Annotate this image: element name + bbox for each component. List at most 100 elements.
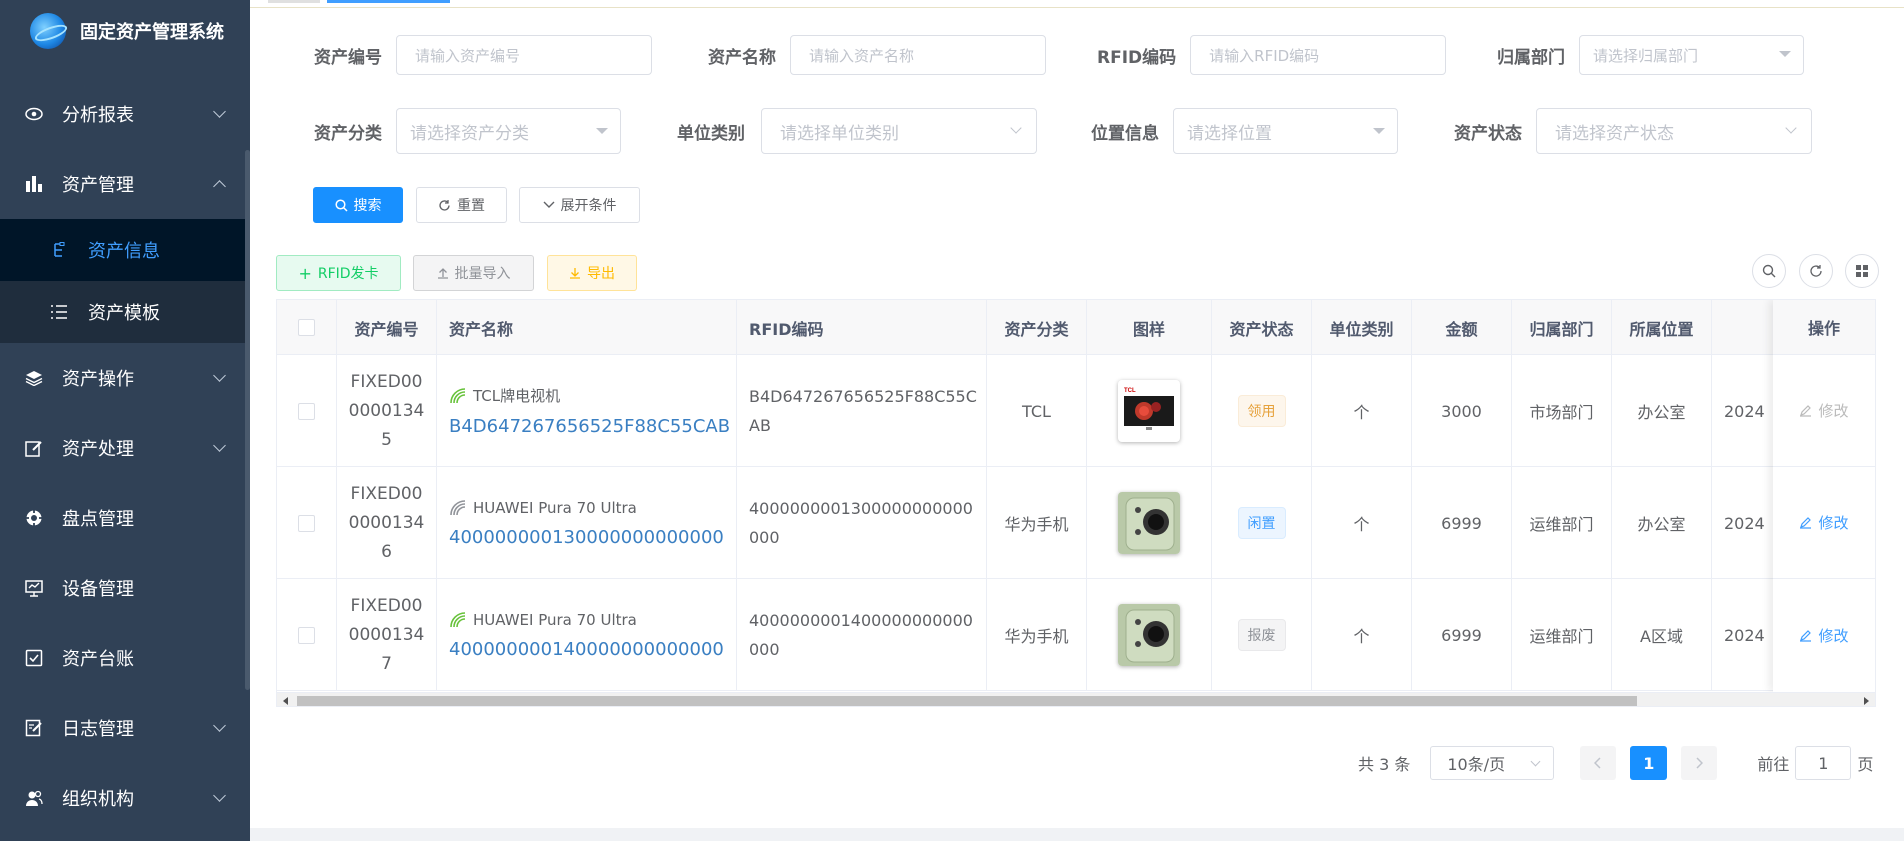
asset-name-input[interactable]: 请输入资产名称	[790, 35, 1046, 75]
phone-thumbnail[interactable]	[1118, 604, 1180, 666]
sidebar-item-ledger[interactable]: 资产台账	[0, 623, 250, 693]
status-badge: 领用	[1237, 395, 1286, 427]
logo-icon	[30, 13, 66, 49]
asset-code-link[interactable]: 400000000130000000000000	[449, 527, 724, 548]
sidebar-item-asset-info[interactable]: 资产信息	[0, 219, 250, 281]
asset-code-link[interactable]: B4D647267656525F88C55CAB	[449, 416, 730, 437]
edit-icon	[1800, 517, 1812, 529]
expand-conditions-button[interactable]: 展开条件	[519, 187, 640, 223]
caret-down-icon	[1373, 128, 1385, 134]
col-unit[interactable]: 单位类别	[1312, 300, 1412, 355]
chevron-up-icon	[213, 180, 226, 193]
placeholder-text: 请输入资产名称	[809, 46, 915, 65]
status-badge: 闲置	[1237, 507, 1286, 539]
sidebar-item-asset-template[interactable]: 资产模板	[0, 281, 250, 343]
plus-icon: +	[298, 263, 312, 283]
cell-asset-no: FIXED000000134 5	[337, 355, 437, 467]
button-label: 批量导入	[454, 266, 511, 282]
cell-status: 报废	[1212, 579, 1312, 691]
tab-asset-info[interactable]	[327, 0, 450, 3]
row-checkbox[interactable]	[298, 514, 315, 532]
prev-page-button[interactable]	[1580, 746, 1617, 780]
dept-select[interactable]: 请选择归属部门	[1579, 35, 1804, 75]
col-asset-name[interactable]: 资产名称	[437, 300, 737, 355]
unit-select[interactable]: 请选择单位类别	[761, 108, 1037, 154]
edit-button[interactable]: 修改	[1799, 512, 1849, 533]
rfid-input[interactable]: 请输入RFID编码	[1190, 35, 1447, 75]
asset-code-link[interactable]: 400000000140000000000000	[449, 639, 724, 660]
toggle-search-button[interactable]	[1752, 254, 1786, 288]
reset-button[interactable]: 重置	[416, 187, 507, 223]
col-status[interactable]: 资产状态	[1212, 300, 1312, 355]
edit-button[interactable]: 修改	[1799, 625, 1849, 646]
page-1-button[interactable]: 1	[1630, 746, 1668, 780]
status-select[interactable]: 请选择资产状态	[1536, 108, 1812, 154]
submenu-asset-management: 资产信息 资产模板	[0, 219, 250, 343]
scroll-left-icon[interactable]	[283, 697, 288, 705]
filter-asset-no: 资产编号 请输入资产编号	[314, 35, 652, 75]
refresh-button[interactable]	[1799, 254, 1833, 288]
sidebar-item-label: 资产信息	[88, 241, 160, 262]
col-operation: 操作	[1773, 300, 1875, 355]
download-icon	[570, 268, 580, 279]
sidebar-item-inventory[interactable]: 盘点管理	[0, 483, 250, 553]
goto-page-input[interactable]: 1	[1795, 746, 1852, 780]
tab-home[interactable]	[268, 0, 320, 3]
col-rfid[interactable]: RFID编码	[737, 300, 987, 355]
cell-dept: 运维部门	[1512, 467, 1612, 579]
caret-down-icon	[596, 128, 608, 134]
sidebar-item-analysis[interactable]: 分析报表	[0, 79, 250, 149]
tv-thumbnail[interactable]: TCL	[1118, 380, 1180, 442]
sidebar-item-asset-processing[interactable]: 资产处理	[0, 413, 250, 483]
rfid-card-button[interactable]: + RFID发卡	[276, 255, 401, 291]
chevron-left-icon	[1594, 757, 1601, 769]
sidebar-item-label: 资产台账	[62, 649, 134, 670]
table-row[interactable]: FIXED000000134 7 HUAWEI Pura 70 Ultra 40…	[277, 579, 1875, 691]
sidebar-item-label: 资产管理	[62, 175, 134, 196]
category-select[interactable]: 请选择资产分类	[396, 108, 621, 154]
cell-location: A区域	[1612, 579, 1712, 691]
asset-no-input[interactable]: 请输入资产编号	[396, 35, 652, 75]
sidebar-item-devices[interactable]: 设备管理	[0, 553, 250, 623]
grid-icon	[1856, 265, 1868, 277]
cell-asset-no: FIXED000000134 7	[337, 579, 437, 691]
table-row[interactable]: FIXED000000134 6 HUAWEI Pura 70 Ultra 40…	[277, 467, 1875, 579]
scroll-right-icon[interactable]	[1864, 697, 1869, 705]
col-category[interactable]: 资产分类	[987, 300, 1087, 355]
page-size-select[interactable]: 10条/页	[1430, 746, 1555, 780]
rfid-text: 4000000001300000000000000	[749, 499, 973, 547]
tree-icon	[50, 241, 68, 259]
col-image[interactable]: 图样	[1087, 300, 1212, 355]
col-dept[interactable]: 归属部门	[1512, 300, 1612, 355]
scrollbar-thumb[interactable]	[297, 696, 1637, 706]
col-asset-no[interactable]: 资产编号	[337, 300, 437, 355]
sidebar-item-asset-management[interactable]: 资产管理	[0, 149, 250, 219]
export-button[interactable]: 导出	[547, 255, 637, 291]
sidebar-item-logs[interactable]: 日志管理	[0, 693, 250, 763]
batch-import-button[interactable]: 批量导入	[413, 255, 534, 291]
placeholder-text: 请输入RFID编码	[1209, 46, 1320, 65]
next-page-button[interactable]	[1681, 746, 1718, 780]
location-select[interactable]: 请选择位置	[1173, 108, 1398, 154]
rfid-signal-icon	[450, 499, 466, 515]
table-horizontal-scrollbar[interactable]	[277, 692, 1875, 706]
columns-button[interactable]	[1845, 254, 1879, 288]
cell-amount: 6999	[1412, 579, 1512, 691]
filter-label: 资产状态	[1454, 123, 1522, 144]
table-row[interactable]: FIXED000000134 5 TCL牌电视机 B4D647267656525…	[277, 355, 1875, 467]
select-all-cell	[277, 300, 337, 355]
eye-icon	[24, 104, 44, 124]
edit-button[interactable]: 修改	[1799, 400, 1849, 421]
phone-thumbnail[interactable]	[1118, 492, 1180, 554]
col-location[interactable]: 所属位置	[1612, 300, 1712, 355]
col-amount[interactable]: 金额	[1412, 300, 1512, 355]
sidebar-item-organization[interactable]: 组织机构	[0, 763, 250, 833]
cell-unit: 个	[1312, 579, 1412, 691]
row-select-cell	[277, 355, 337, 467]
row-checkbox[interactable]	[298, 402, 315, 420]
select-all-checkbox[interactable]	[298, 319, 315, 336]
row-checkbox[interactable]	[298, 626, 315, 644]
search-button[interactable]: 搜索	[313, 187, 403, 223]
upload-icon	[437, 268, 448, 279]
sidebar-item-asset-operation[interactable]: 资产操作	[0, 343, 250, 413]
